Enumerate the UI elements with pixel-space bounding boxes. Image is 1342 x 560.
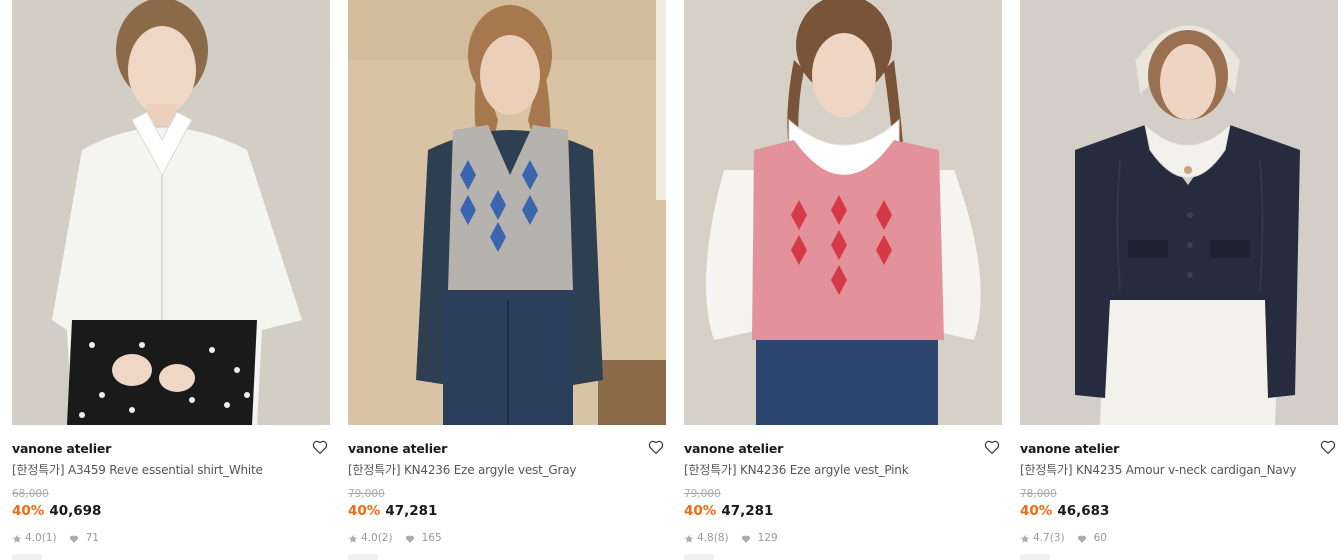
brand-row: vanone atelier: [1020, 438, 1338, 456]
price-row: 40% 40,698: [12, 503, 101, 520]
tag-chip: [348, 554, 378, 560]
like-count: 165: [421, 532, 442, 544]
like-count: 60: [1093, 532, 1107, 544]
review-count: (8): [713, 532, 729, 544]
product-name[interactable]: [한정특가] KN4235 Amour v-neck cardigan_Navy: [1020, 463, 1338, 478]
price-row: 40% 46,683: [1020, 503, 1109, 520]
heart-icon: [741, 534, 754, 544]
product-image[interactable]: [684, 0, 1002, 425]
product-image[interactable]: [1020, 0, 1338, 425]
price-row: 40% 47,281: [348, 503, 437, 520]
product-grid: vanone atelier [한정특가] A3459 Reve essenti…: [0, 0, 1342, 560]
product-image[interactable]: [12, 0, 330, 425]
sale-price: 47,281: [721, 503, 774, 519]
brand-row: vanone atelier: [684, 438, 1002, 456]
price-row: 40% 47,281: [684, 503, 773, 520]
brand-name[interactable]: vanone atelier: [684, 441, 783, 456]
review-count: (3): [1049, 532, 1065, 544]
product-meta: 4.7 (3) 60: [1020, 532, 1107, 545]
sale-price: 40,698: [49, 503, 102, 519]
discount-rate: 40%: [1020, 503, 1053, 519]
original-price: 79,000: [348, 488, 385, 500]
tag-chip: [1020, 554, 1050, 560]
product-name[interactable]: [한정특가] KN4236 Eze argyle vest_Pink: [684, 463, 1002, 478]
product-meta: 4.0 (1) 71: [12, 532, 99, 545]
discount-rate: 40%: [684, 503, 717, 519]
tag-chip: [684, 554, 714, 560]
product-name[interactable]: [한정특가] A3459 Reve essential shirt_White: [12, 463, 330, 478]
sale-price: 46,683: [1057, 503, 1110, 519]
rating-value: 4.7: [1033, 532, 1050, 544]
product-meta: 4.8 (8) 129: [684, 532, 778, 545]
heart-outline-icon[interactable]: [983, 438, 1001, 456]
brand-name[interactable]: vanone atelier: [12, 441, 111, 456]
heart-outline-icon[interactable]: [1319, 438, 1337, 456]
original-price: 68,000: [12, 488, 49, 500]
product-card[interactable]: vanone atelier [한정특가] KN4236 Eze argyle …: [348, 0, 666, 560]
star-icon: [1020, 534, 1033, 544]
review-count: (1): [41, 532, 57, 544]
heart-outline-icon[interactable]: [311, 438, 329, 456]
product-card[interactable]: vanone atelier [한정특가] KN4235 Amour v-nec…: [1020, 0, 1338, 560]
like-count: 71: [85, 532, 99, 544]
tag-chip: [12, 554, 42, 560]
brand-row: vanone atelier: [348, 438, 666, 456]
product-card[interactable]: vanone atelier [한정특가] KN4236 Eze argyle …: [684, 0, 1002, 560]
heart-icon: [1077, 534, 1090, 544]
star-icon: [348, 534, 361, 544]
product-meta: 4.0 (2) 165: [348, 532, 442, 545]
product-image[interactable]: [348, 0, 666, 425]
original-price: 78,000: [1020, 488, 1057, 500]
rating-value: 4.0: [361, 532, 378, 544]
discount-rate: 40%: [12, 503, 45, 519]
product-card[interactable]: vanone atelier [한정특가] A3459 Reve essenti…: [12, 0, 330, 560]
like-count: 129: [757, 532, 778, 544]
heart-icon: [69, 534, 82, 544]
brand-name[interactable]: vanone atelier: [1020, 441, 1119, 456]
rating-value: 4.0: [25, 532, 42, 544]
rating-value: 4.8: [697, 532, 714, 544]
discount-rate: 40%: [348, 503, 381, 519]
star-icon: [684, 534, 697, 544]
brand-name[interactable]: vanone atelier: [348, 441, 447, 456]
heart-outline-icon[interactable]: [647, 438, 665, 456]
review-count: (2): [377, 532, 393, 544]
brand-row: vanone atelier: [12, 438, 330, 456]
product-name[interactable]: [한정특가] KN4236 Eze argyle vest_Gray: [348, 463, 666, 478]
heart-icon: [405, 534, 418, 544]
original-price: 79,000: [684, 488, 721, 500]
sale-price: 47,281: [385, 503, 438, 519]
star-icon: [12, 534, 25, 544]
